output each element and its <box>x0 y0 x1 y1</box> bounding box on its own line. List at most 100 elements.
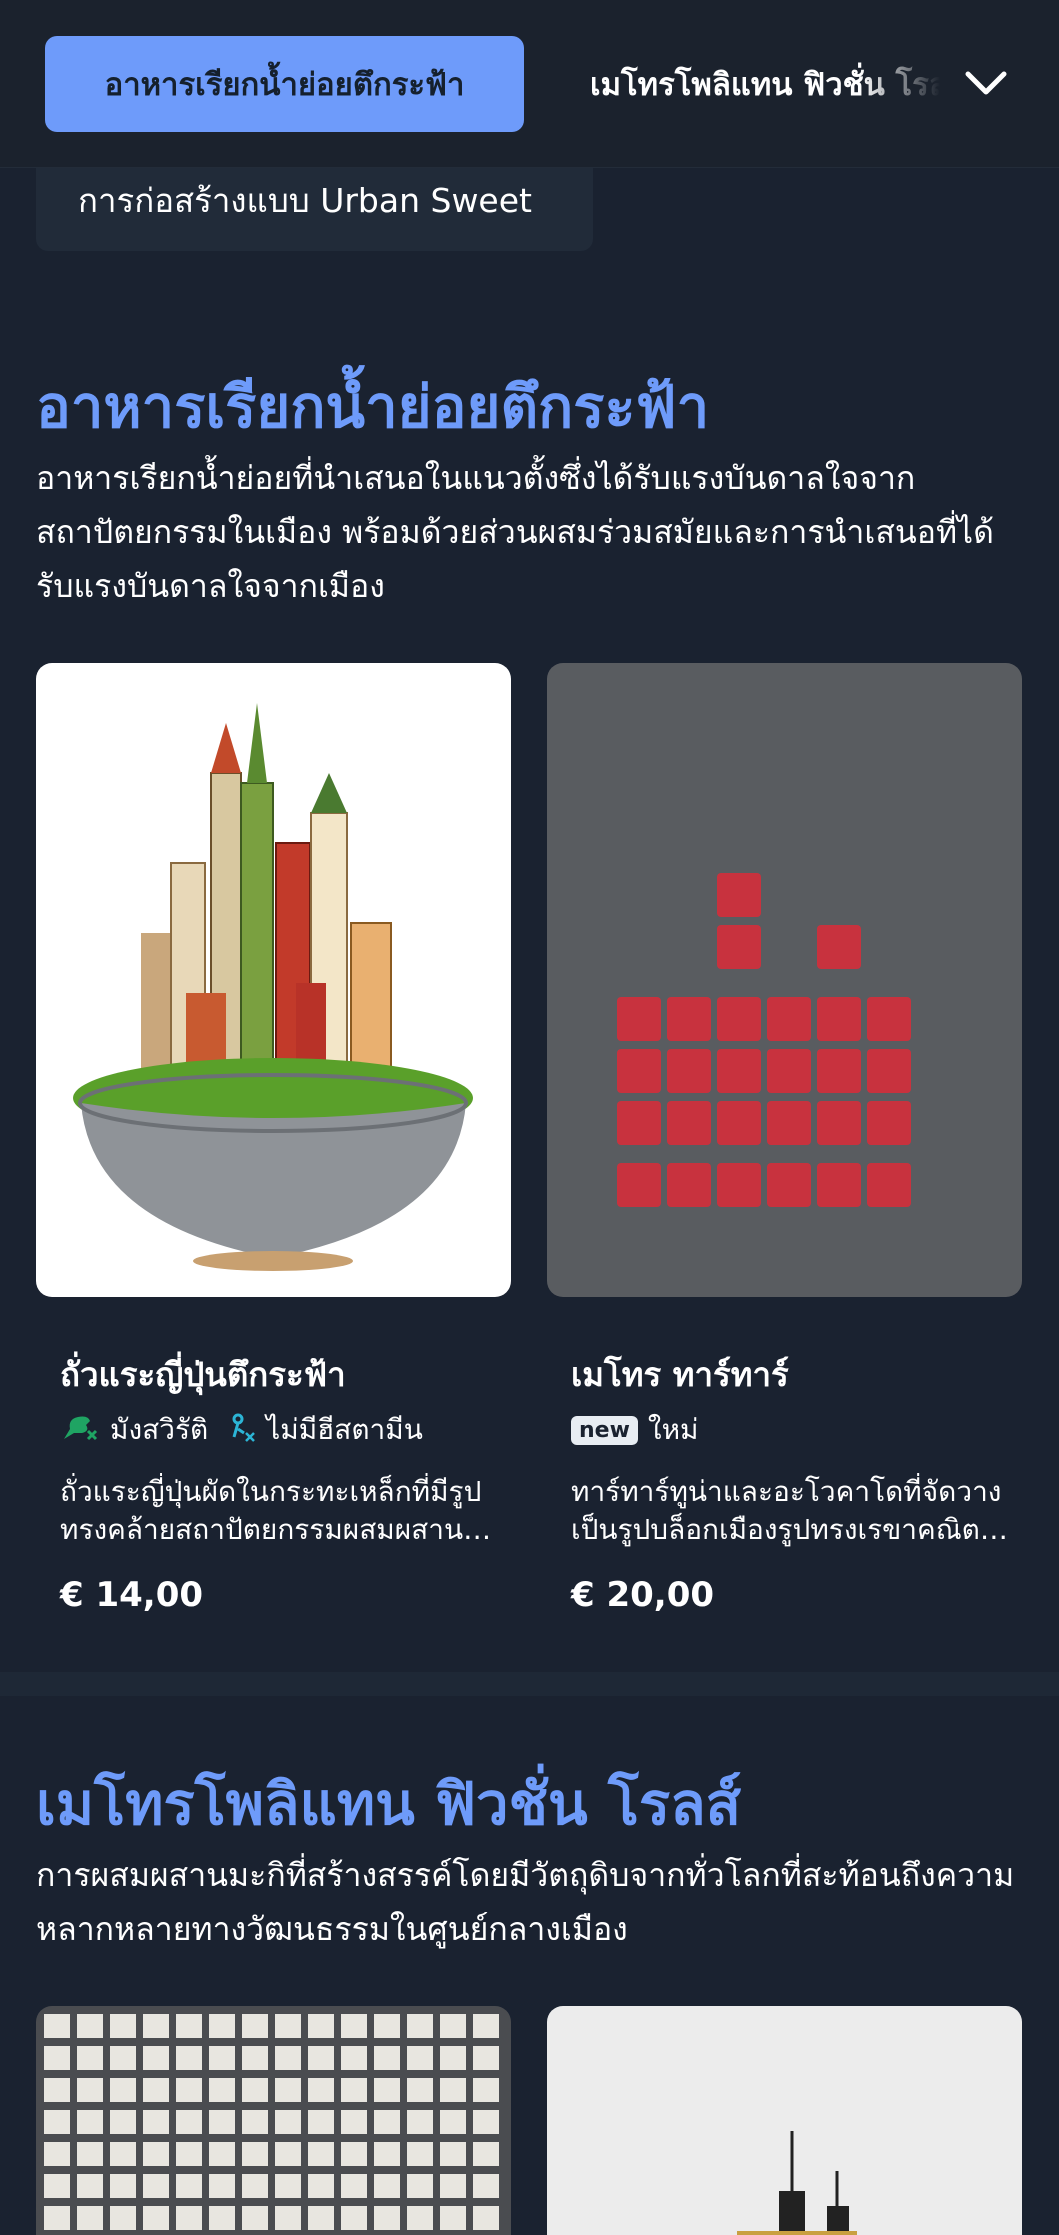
city-block <box>308 2014 334 2038</box>
city-block <box>176 2142 202 2166</box>
city-block <box>407 2206 433 2230</box>
tartare-cube <box>717 1049 761 1093</box>
dish-name: เมโทร ทาร์ทาร์ <box>571 1355 789 1394</box>
section-description: การผสมผสานมะกิที่สร้างสรรค์โดยมีวัตถุดิบ… <box>36 1856 1015 1948</box>
chip-label: การก่อสร้างแบบ Urban Sweet <box>78 181 532 220</box>
tartare-cube <box>617 1049 661 1093</box>
city-block <box>275 2174 301 2198</box>
tartare-cube <box>817 1101 861 1145</box>
category-tab-bar: อาหารเรียกน้ำย่อยตึกระฟ้า เมโทรโพลิแทน ฟ… <box>0 0 1059 168</box>
tartare-cube <box>717 1163 761 1207</box>
tartare-cube <box>817 1163 861 1207</box>
city-block <box>242 2046 268 2070</box>
city-block <box>143 2110 169 2134</box>
tab-fade-overlay <box>860 36 960 132</box>
menu-item-card[interactable]: เมโทร ทาร์ทาร์ new ใหม่ ทาร์ทาร์ทูน่าและ… <box>547 663 1022 1615</box>
city-block <box>440 2014 466 2038</box>
city-block <box>44 2142 70 2166</box>
city-block <box>77 2110 103 2134</box>
city-block <box>275 2046 301 2070</box>
city-block <box>275 2206 301 2230</box>
city-block <box>44 2046 70 2070</box>
city-block <box>110 2078 136 2102</box>
city-block <box>473 2046 499 2070</box>
city-block <box>407 2046 433 2070</box>
city-block <box>44 2014 70 2038</box>
tartare-cube <box>767 1163 811 1207</box>
city-block <box>275 2110 301 2134</box>
city-block <box>473 2078 499 2102</box>
city-block <box>275 2078 301 2102</box>
tartare-cube <box>817 1049 861 1093</box>
tartare-cube <box>667 1163 711 1207</box>
section-title: เมโทรโพลิแทน ฟิวชั่น โรลส์ <box>36 1770 742 1838</box>
city-block <box>440 2174 466 2198</box>
no-histamine-icon <box>228 1411 256 1450</box>
dish-tags: new ใหม่ <box>571 1408 699 1452</box>
tartare-cube <box>867 1049 911 1093</box>
tartare-cube <box>717 997 761 1041</box>
city-block <box>407 2142 433 2166</box>
chevron-down-icon[interactable] <box>960 58 1012 110</box>
city-block <box>110 2206 136 2230</box>
menu-item-card[interactable]: ถั่วแระญี่ปุ่นตึกระฟ้า มังสวิรัติ ไม่มีฮ… <box>36 663 511 1615</box>
city-block <box>308 2142 334 2166</box>
tartare-cube <box>667 997 711 1041</box>
city-block <box>209 2046 235 2070</box>
menu-item-card[interactable] <box>36 2006 511 2235</box>
dish-description: ถั่วแระญี่ปุ่นผัดในกระทะเหล็กที่มีรูปทรง… <box>60 1475 498 1546</box>
city-block <box>143 2142 169 2166</box>
tartare-cube <box>867 1101 911 1145</box>
city-block <box>341 2078 367 2102</box>
city-block <box>341 2142 367 2166</box>
tartare-cube <box>717 873 761 917</box>
dish-image-fusion-rolls-2 <box>547 2006 1022 2235</box>
city-block <box>176 2078 202 2102</box>
city-block <box>308 2078 334 2102</box>
city-block <box>374 2014 400 2038</box>
city-block <box>374 2174 400 2198</box>
city-block <box>242 2078 268 2102</box>
tartare-cube <box>867 1163 911 1207</box>
tartare-cube <box>767 1049 811 1093</box>
city-block <box>44 2206 70 2230</box>
city-block <box>176 2014 202 2038</box>
tartare-cube <box>867 997 911 1041</box>
dish-name: ถั่วแระญี่ปุ่นตึกระฟ้า <box>60 1355 346 1394</box>
tartare-cube <box>767 1101 811 1145</box>
city-block <box>341 2174 367 2198</box>
city-block <box>473 2142 499 2166</box>
city-block <box>77 2078 103 2102</box>
city-block <box>275 2014 301 2038</box>
city-block <box>407 2110 433 2134</box>
tartare-cube <box>717 1101 761 1145</box>
city-block <box>77 2142 103 2166</box>
city-block <box>308 2046 334 2070</box>
city-block <box>44 2174 70 2198</box>
city-block <box>308 2110 334 2134</box>
city-block <box>143 2206 169 2230</box>
city-block <box>44 2110 70 2134</box>
city-block <box>440 2206 466 2230</box>
city-block <box>209 2078 235 2102</box>
tartare-cube <box>667 1101 711 1145</box>
city-block <box>110 2174 136 2198</box>
tag-no-histamine: ไม่มีฮีสตามีน <box>228 1408 423 1452</box>
city-block <box>407 2014 433 2038</box>
city-block <box>440 2142 466 2166</box>
city-block <box>209 2014 235 2038</box>
tab-skyscraper-appetizers[interactable]: อาหารเรียกน้ำย่อยตึกระฟ้า <box>45 36 524 132</box>
city-block <box>275 2142 301 2166</box>
city-block <box>44 2078 70 2102</box>
vegan-icon <box>60 1411 100 1450</box>
city-block <box>176 2174 202 2198</box>
city-block <box>143 2078 169 2102</box>
city-block <box>341 2110 367 2134</box>
city-block <box>374 2046 400 2070</box>
tartare-cube <box>617 1163 661 1207</box>
tag-vegan: มังสวิรัติ <box>60 1408 208 1452</box>
city-block <box>374 2110 400 2134</box>
city-block <box>77 2014 103 2038</box>
menu-item-card[interactable] <box>547 2006 1022 2235</box>
section-divider <box>0 1672 1059 1696</box>
